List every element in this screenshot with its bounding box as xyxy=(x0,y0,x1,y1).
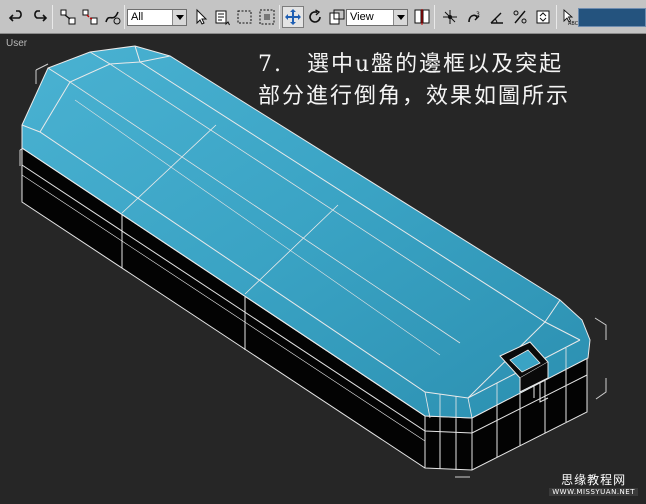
site-watermark: 思缘教程网 WWW.MISSYUAN.NET xyxy=(549,471,638,496)
watermark-url: WWW.MISSYUAN.NET xyxy=(549,488,638,496)
tutorial-caption-line2: 部分進行倒角，效果如圖所示 xyxy=(258,84,571,109)
user-viewport[interactable]: User 7. 選中u盤的邊框以及突起 部分進行倒角，效果如圖所示 思缘教程网 … xyxy=(0,34,646,504)
watermark-site-name: 思缘教程网 xyxy=(561,473,627,487)
tutorial-caption-line1: 7. 選中u盤的邊框以及突起 xyxy=(258,52,564,77)
